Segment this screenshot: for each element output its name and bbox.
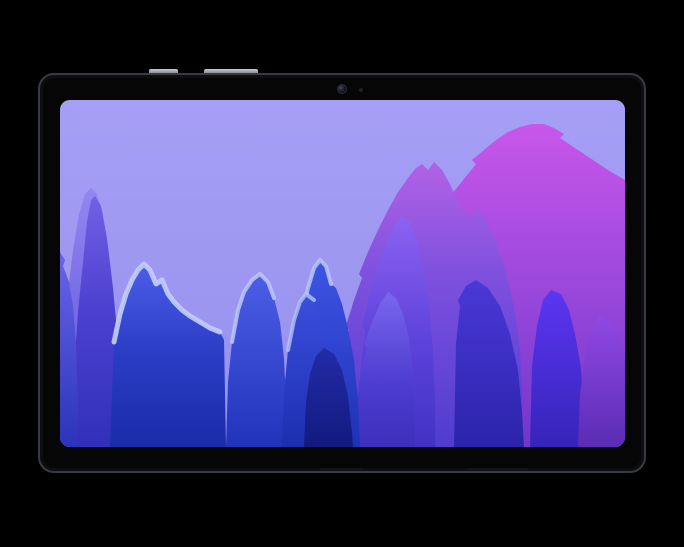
ambient-sensor-icon (359, 88, 363, 92)
bottom-edge-detail (468, 468, 528, 470)
page-background (0, 0, 684, 547)
tablet-screen (60, 100, 625, 447)
front-camera-icon (337, 84, 347, 94)
bottom-edge-detail (320, 468, 362, 470)
wallpaper-image (60, 100, 625, 447)
